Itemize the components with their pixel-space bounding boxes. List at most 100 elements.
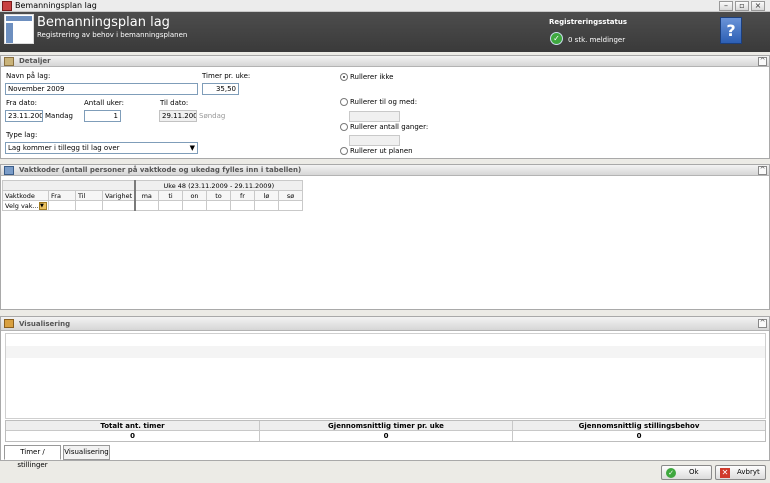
cell-tue[interactable] [158,200,183,211]
to-date-label: Til dato: [160,99,189,107]
radio-rotate-out-label: Rullerer ut planen [350,147,413,155]
radio-rotate-until-label: Rullerer til og med: [350,98,418,106]
cancel-icon: ✕ [720,468,730,478]
col-from: Fra [48,190,76,201]
bottom-tabs: Timer / stillinger Visualisering [4,445,204,469]
chart-icon [4,319,14,328]
to-weekday: Søndag [199,112,226,120]
shift-code-value: Velg vak... [5,201,39,210]
shift-grid: Uke 48 (23.11.2009 - 29.11.2009) Vaktkod… [2,180,304,211]
rotate-count-input[interactable] [349,135,400,146]
from-date-input[interactable]: 23.11.2009 [5,110,43,122]
type-select[interactable]: Lag kommer i tillegg til lag over ▼ [5,142,198,154]
cancel-button[interactable]: ✕ Avbryt [715,465,766,480]
from-date-label: Fra dato: [6,99,38,107]
shift-codes-panel: Vaktkoder (antall personer på vaktkode o… [0,164,770,310]
collapse-icon[interactable]: ^ [758,319,767,328]
cell-sat[interactable] [254,200,279,211]
details-icon [4,57,14,66]
close-button[interactable]: × [751,1,765,11]
col-to: Til [75,190,103,201]
collapse-icon[interactable]: ^ [758,166,767,175]
radio-rotate-count-label: Rullerer antall ganger: [350,123,429,131]
col-sun: sø [277,190,304,201]
summary-avg-hours-value: 0 [383,432,389,440]
shift-code-select[interactable]: Velg vak... ▼ [2,200,49,211]
weeks-label: Antall uker: [84,99,125,107]
type-label: Type lag: [6,131,38,139]
minimize-button[interactable]: – [719,1,733,11]
dropdown-arrow-icon: ▼ [39,202,47,210]
page-subtitle: Registrering av behov i bemanningsplanen [37,31,188,39]
col-wed: on [182,190,207,201]
to-date-input: 29.11.2009 [159,110,197,122]
shift-codes-title: Vaktkoder (antall personer på vaktkode o… [19,166,302,174]
visualization-title: Visualisering [19,320,71,328]
details-header: Detaljer ^ [1,56,769,67]
window-titlebar: Bemanningsplan lag – ▫ × [0,0,770,12]
week-header: Uke 48 (23.11.2009 - 29.11.2009) [133,180,304,191]
name-label: Navn på lag: [6,72,51,80]
app-icon [2,1,12,11]
window-title: Bemanningsplan lag [15,1,97,10]
cell-from[interactable] [48,200,76,211]
shift-codes-header: Vaktkoder (antall personer på vaktkode o… [1,165,769,176]
cell-mon[interactable] [134,200,159,211]
col-mon: ma [134,190,159,201]
maximize-button[interactable]: ▫ [735,1,749,11]
col-duration: Varighet [102,190,136,201]
from-weekday: Mandag [45,112,73,120]
cell-fri[interactable] [230,200,255,211]
grid-corner [2,180,136,191]
ok-label: Ok [689,468,699,476]
name-input[interactable]: November 2009 [5,83,198,95]
collapse-icon[interactable]: ^ [758,57,767,66]
status-label: Registreringsstatus [549,18,628,26]
tab-hours-positions[interactable]: Timer / stillinger [4,445,61,469]
registration-status: Registreringsstatus ✓ 0 stk. meldinger [549,18,689,52]
summary-total-hours-label: Totalt ant. timer [100,422,165,430]
table-row: Velg vak... ▼ [2,200,304,211]
visualization-band [6,346,765,358]
col-tue: ti [158,190,183,201]
ok-button[interactable]: ✓ Ok [661,465,712,480]
col-fri: fr [230,190,255,201]
shift-codes-icon [4,166,14,175]
cell-wed[interactable] [182,200,207,211]
col-sat: lø [254,190,279,201]
summary-table: Totalt ant. timer Gjennomsnittlig timer … [5,420,766,442]
rotate-until-input[interactable] [349,111,400,122]
cell-thu[interactable] [206,200,231,211]
type-value: Lag kommer i tillegg til lag over [8,144,120,152]
cancel-label: Avbryt [737,468,760,476]
hours-input[interactable]: 35,50 [202,83,239,95]
cell-duration[interactable] [102,200,136,211]
tab-visualization[interactable]: Visualisering [63,445,110,460]
visualization-area [5,333,766,419]
check-icon: ✓ [666,468,676,478]
radio-rotate-out[interactable] [340,147,348,155]
summary-avg-hours-label: Gjennomsnittlig timer pr. uke [328,422,444,430]
weeks-input[interactable]: 1 [84,110,121,122]
check-icon: ✓ [550,32,563,45]
visualization-panel: Visualisering ^ Totalt ant. timer Gjenno… [0,316,770,469]
table-icon [4,14,34,44]
col-shift-code: Vaktkode [2,190,49,201]
visualization-header: Visualisering ^ [1,317,769,331]
summary-avg-positions-label: Gjennomsnittlig stillingsbehov [578,422,700,430]
radio-rotate-count[interactable] [340,123,348,131]
page-title: Bemanningsplan lag [37,15,170,30]
details-panel: Detaljer ^ Navn på lag: November 2009 Ti… [0,55,770,159]
header-banner: Bemanningsplan lag Registrering av behov… [0,12,770,52]
details-title: Detaljer [19,57,51,65]
status-message[interactable]: 0 stk. meldinger [568,36,625,44]
summary-total-hours-value: 0 [130,432,135,440]
help-icon[interactable]: ? [720,17,742,44]
cell-sun[interactable] [277,200,304,211]
dropdown-arrow-icon: ▼ [189,144,195,152]
hours-label: Timer pr. uke: [202,72,251,80]
summary-avg-positions-value: 0 [636,432,642,440]
radio-rotate-until[interactable] [340,98,348,106]
radio-no-rotation[interactable] [340,73,348,81]
cell-to[interactable] [75,200,103,211]
